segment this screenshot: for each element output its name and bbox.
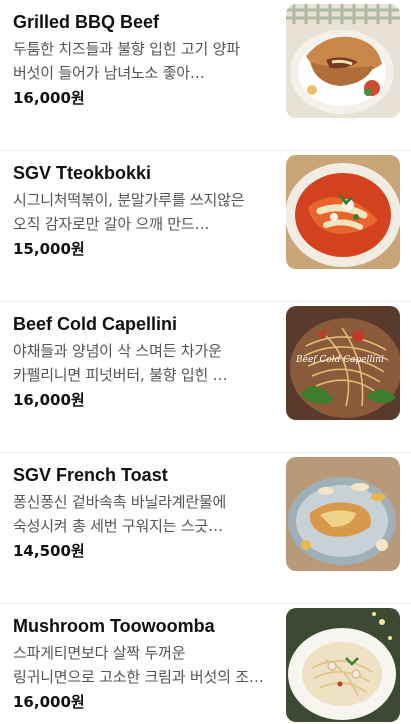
menu-item-description: 야채들과 양념이 삭 스며든 차가운 카펠리니면 피넛버터, 불향 입힌 …: [13, 342, 228, 384]
menu-item-price: 14,500원: [13, 542, 85, 560]
menu-list: Grilled BBQ Beef 두툼한 치즈들과 불향 입힌 고기 양파 버섯…: [0, 0, 411, 724]
menu-item-text: Beef Cold Capellini 야채들과 양념이 삭 스며든 차가운 카…: [13, 312, 271, 411]
menu-item-description: 퐁신퐁신 겉바속촉 바닐라계란물에 숙성시켜 총 세번 구워지는 스긋…: [13, 493, 227, 535]
menu-item[interactable]: Beef Cold Capellini 야채들과 양념이 삭 스며든 차가운 카…: [0, 302, 411, 453]
menu-item[interactable]: SGV French Toast 퐁신퐁신 겉바속촉 바닐라계란물에 숙성시켜 …: [0, 453, 411, 604]
menu-item-name: SGV French Toast: [13, 465, 168, 485]
menu-item[interactable]: SGV Tteokbokki 시그니처떡볶이, 분말가루를 쓰지않은 오직 감자…: [0, 151, 411, 302]
menu-item-description: 두툼한 치즈들과 불향 입힌 고기 양파 버섯이 들어가 남녀노소 좋아…: [13, 40, 240, 82]
menu-item-description: 시그니처떡볶이, 분말가루를 쓰지않은 오직 감자로만 갈아 으깨 만드…: [13, 191, 245, 233]
menu-item-text: Mushroom Toowoomba 스파게티면보다 살짝 두꺼운 링귀니면으로…: [13, 614, 271, 713]
menu-item[interactable]: Mushroom Toowoomba 스파게티면보다 살짝 두꺼운 링귀니면으로…: [0, 604, 411, 724]
menu-item-text: Grilled BBQ Beef 두툼한 치즈들과 불향 입힌 고기 양파 버섯…: [13, 10, 271, 109]
menu-item-name: Beef Cold Capellini: [13, 314, 178, 334]
menu-item-price: 16,000원: [13, 89, 85, 107]
menu-item-price: 16,000원: [13, 391, 85, 409]
french-toast-photo[interactable]: [286, 457, 400, 571]
menu-item-price: 16,000원: [13, 693, 85, 711]
toowoomba-pasta-photo[interactable]: [286, 608, 400, 722]
menu-item-text: SGV Tteokbokki 시그니처떡볶이, 분말가루를 쓰지않은 오직 감자…: [13, 161, 271, 260]
menu-item-name: Grilled BBQ Beef: [13, 12, 160, 32]
photo-caption: Beef Cold Capellini: [295, 355, 384, 365]
menu-item-text: SGV French Toast 퐁신퐁신 겉바속촉 바닐라계란물에 숙성시켜 …: [13, 463, 271, 562]
menu-item-description: 스파게티면보다 살짝 두꺼운 링귀니면으로 고소한 크림과 버섯의 조…: [13, 644, 264, 686]
grilled-bbq-beef-photo[interactable]: [286, 4, 400, 118]
cold-capellini-photo[interactable]: Beef Cold Capellini: [286, 306, 400, 420]
menu-item[interactable]: Grilled BBQ Beef 두툼한 치즈들과 불향 입힌 고기 양파 버섯…: [0, 0, 411, 151]
menu-item-price: 15,000원: [13, 240, 85, 258]
menu-item-name: Mushroom Toowoomba: [13, 616, 215, 636]
tteokbokki-photo[interactable]: [286, 155, 400, 269]
menu-item-name: SGV Tteokbokki: [13, 163, 152, 183]
